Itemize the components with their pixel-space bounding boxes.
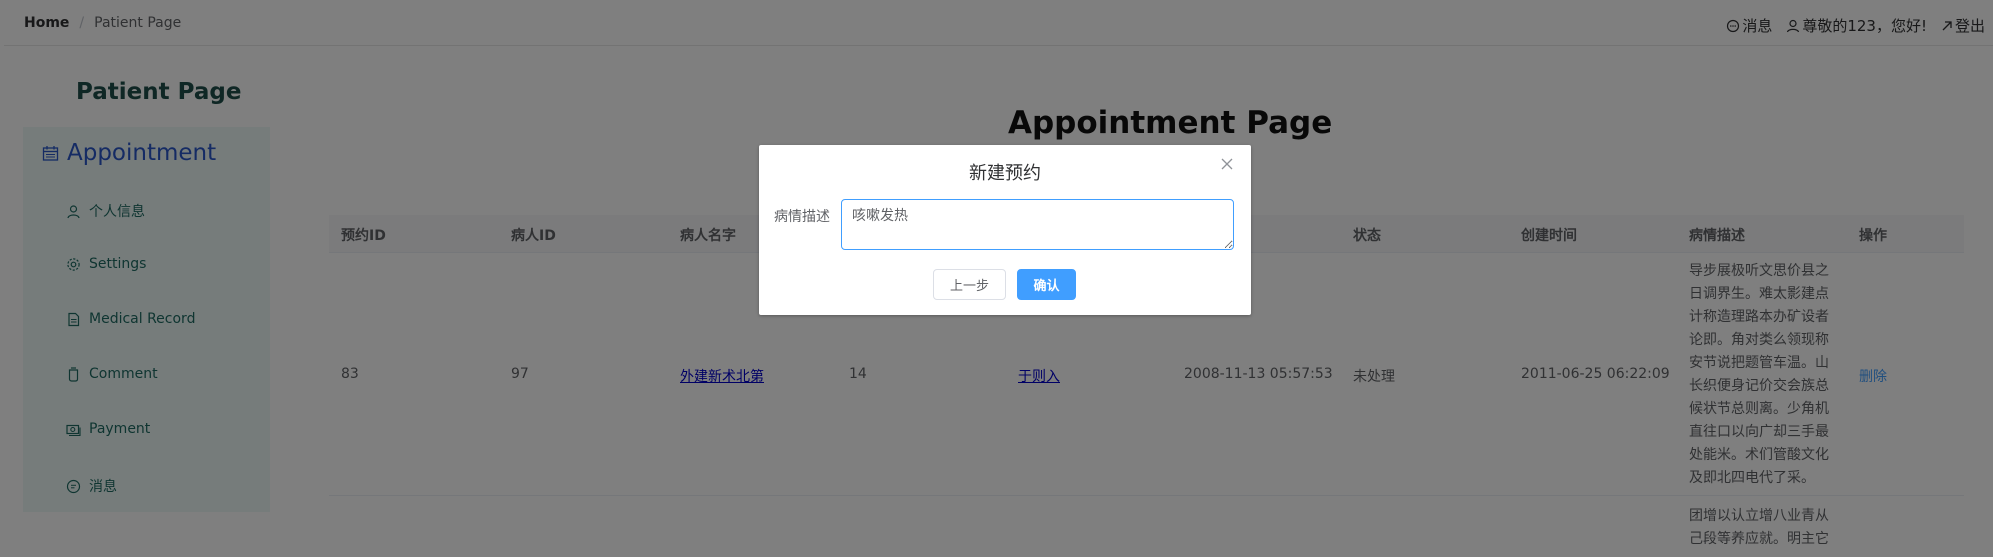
- close-icon[interactable]: [1221, 158, 1233, 170]
- description-field-label: 病情描述: [774, 209, 830, 225]
- description-textarea[interactable]: 咳嗽发热: [841, 199, 1234, 250]
- new-appointment-dialog: 新建预约 病情描述 咳嗽发热 上一步 确认: [759, 145, 1251, 315]
- dialog-title: 新建预约: [969, 163, 1041, 184]
- previous-step-button[interactable]: 上一步: [933, 269, 1006, 300]
- confirm-button[interactable]: 确认: [1017, 269, 1076, 300]
